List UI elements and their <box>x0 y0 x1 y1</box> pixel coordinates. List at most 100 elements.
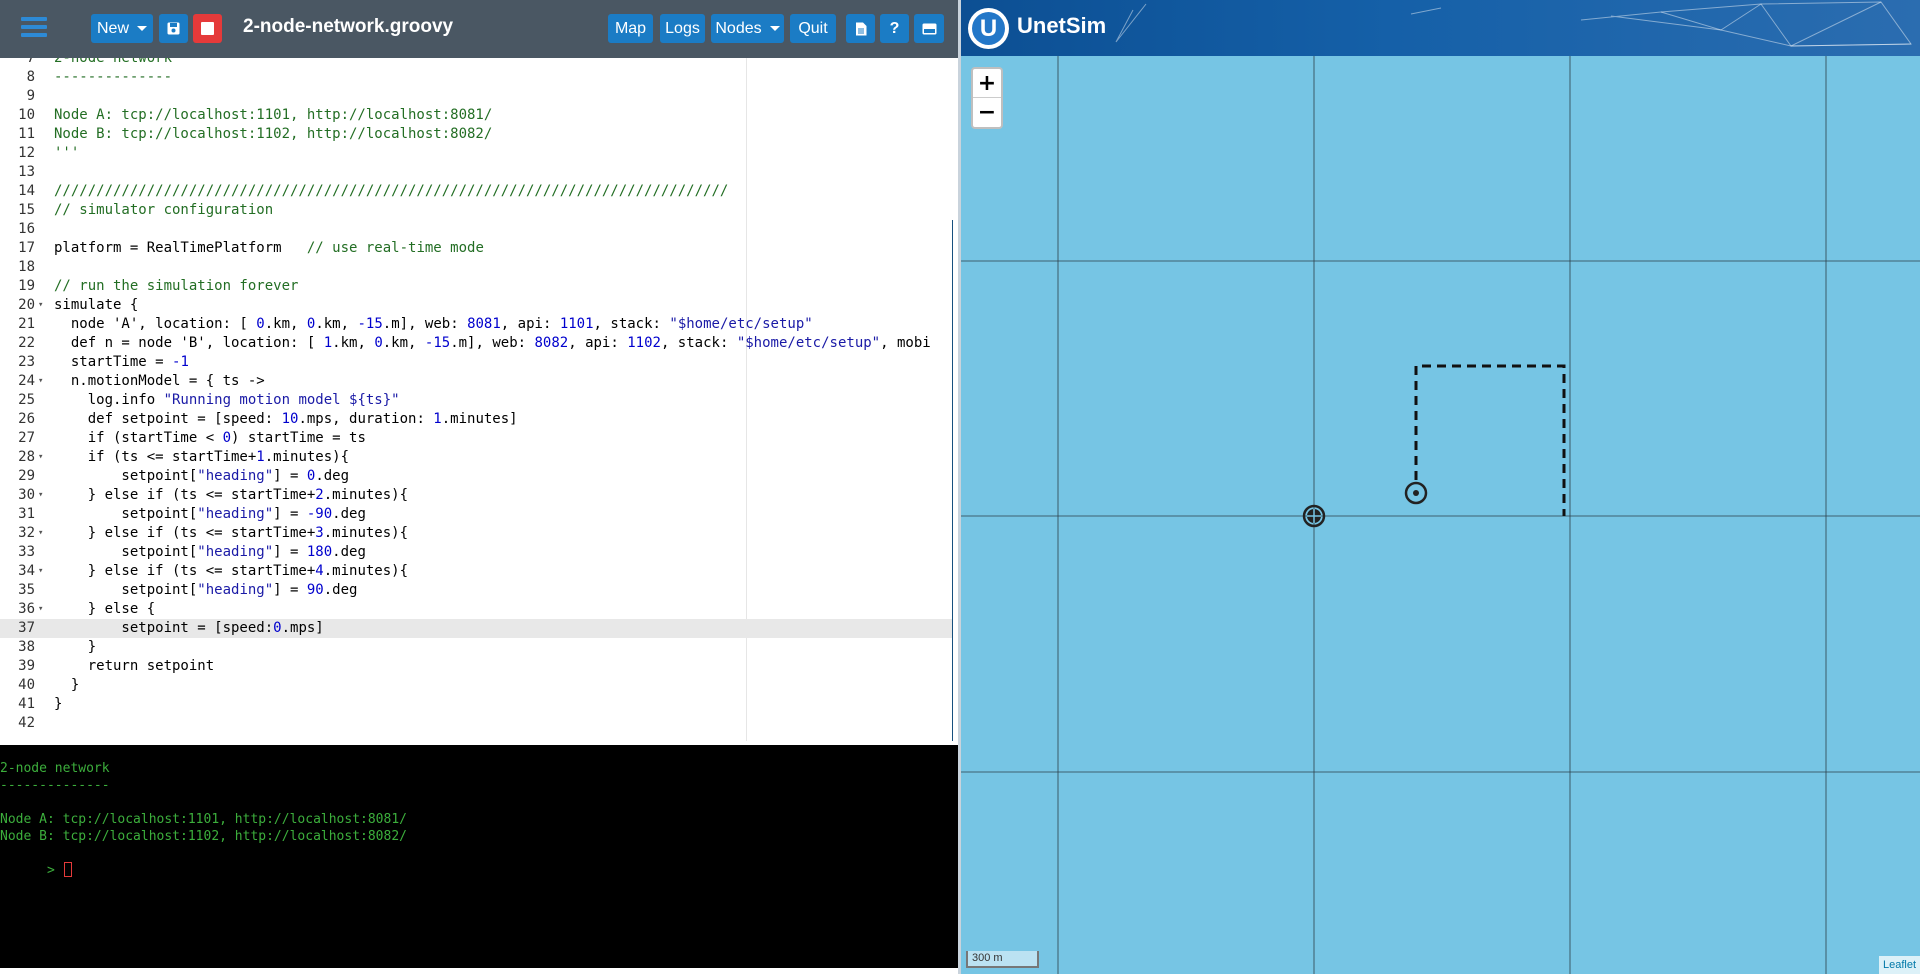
zoom-control: + − <box>971 67 1003 129</box>
code-line[interactable]: 40 } <box>0 676 953 695</box>
save-icon <box>167 22 180 35</box>
save-button[interactable] <box>159 14 188 43</box>
code-line[interactable]: 13 <box>0 163 953 182</box>
code-line[interactable]: 17 platform = RealTimePlatform // use rea… <box>0 239 953 258</box>
console[interactable]: 2-node network -------------- Node A: tcp:… <box>0 745 958 968</box>
code-text: } <box>54 639 97 655</box>
line-number: 7 <box>26 58 35 66</box>
code-line[interactable]: 42 <box>0 714 953 733</box>
line-number: 17 <box>18 240 35 256</box>
code-line[interactable]: 33 setpoint["heading"] = 180.deg <box>0 543 953 562</box>
code-line[interactable]: 39 return setpoint <box>0 657 953 676</box>
document-button[interactable] <box>846 14 875 43</box>
code-line[interactable]: 19 // run the simulation forever <box>0 277 953 296</box>
zoom-out-button[interactable]: − <box>973 98 1001 127</box>
line-number: 20 <box>18 297 35 313</box>
new-label: New <box>96 19 129 37</box>
node-a-marker[interactable] <box>1302 504 1326 528</box>
code-line[interactable]: 11 Node B: tcp://localhost:1102, http://l… <box>0 125 953 144</box>
new-button[interactable]: New <box>91 14 153 43</box>
code-line[interactable]: 12 ''' <box>0 144 953 163</box>
code-line[interactable]: 30 ▾ } else if (ts <= startTime+2.minutes… <box>0 486 953 505</box>
code-line[interactable]: 29 setpoint["heading"] = 0.deg <box>0 467 953 486</box>
code-text: } else if (ts <= startTime+4.minutes){ <box>54 563 409 579</box>
menu-icon[interactable] <box>21 15 47 39</box>
line-number: 19 <box>18 278 35 294</box>
toolbar: New 2-node-network.groovy Map Logs Nodes… <box>0 0 958 58</box>
map-canvas[interactable] <box>961 0 1920 974</box>
code-text: if (ts <= startTime+1.minutes){ <box>54 449 350 465</box>
line-number: 32 <box>18 525 35 541</box>
code-line[interactable]: 32 ▾ } else if (ts <= startTime+3.minutes… <box>0 524 953 543</box>
help-icon: ? <box>889 19 900 37</box>
console-prompt-line[interactable]: > <box>0 845 72 896</box>
fold-toggle-icon[interactable]: ▾ <box>38 296 43 315</box>
map-pane[interactable]: U UnetSim + − 300 m Leaflet <box>961 0 1920 974</box>
code-line[interactable]: 22 def n = node 'B', location: [ 1.km, 0… <box>0 334 953 353</box>
code-line[interactable]: 38 } <box>0 638 953 657</box>
code-line[interactable]: 18 <box>0 258 953 277</box>
scale-bar: 300 m <box>966 951 1039 968</box>
code-text: simulate { <box>54 297 139 313</box>
code-line[interactable]: 10 Node A: tcp://localhost:1101, http://l… <box>0 106 953 125</box>
code-text: setpoint["heading"] = -90.deg <box>54 506 366 522</box>
fold-toggle-icon[interactable]: ▾ <box>38 524 43 543</box>
line-number: 39 <box>18 658 35 674</box>
vertical-scrollbar[interactable] <box>952 220 953 741</box>
code-text: // run the simulation forever <box>54 278 299 294</box>
code-line[interactable]: 28 ▾ if (ts <= startTime+1.minutes){ <box>0 448 953 467</box>
code-line[interactable]: 21 node 'A', location: [ 0.km, 0.km, -15… <box>0 315 953 334</box>
code-line[interactable]: 20 ▾ simulate { <box>0 296 953 315</box>
code-line[interactable]: 27 if (startTime < 0) startTime = ts <box>0 429 953 448</box>
fold-toggle-icon[interactable]: ▾ <box>38 486 43 505</box>
code-line[interactable]: 9 <box>0 87 953 106</box>
code-line[interactable]: 36 ▾ } else { <box>0 600 953 619</box>
fold-toggle-icon[interactable]: ▾ <box>38 372 43 391</box>
code-line[interactable]: 24 ▾ n.motionModel = { ts -> <box>0 372 953 391</box>
code-line[interactable]: 35 setpoint["heading"] = 90.deg <box>0 581 953 600</box>
fold-toggle-icon[interactable]: ▾ <box>38 448 43 467</box>
code-text: setpoint["heading"] = 180.deg <box>54 544 366 560</box>
attribution-link[interactable]: Leaflet <box>1878 956 1920 974</box>
document-icon <box>855 22 866 35</box>
line-number: 26 <box>18 411 35 427</box>
line-number: 8 <box>26 69 35 85</box>
zoom-in-button[interactable]: + <box>973 69 1001 98</box>
code-text: log.info "Running motion model ${ts}" <box>54 392 400 408</box>
fold-toggle-icon[interactable]: ▾ <box>38 600 43 619</box>
code-line[interactable]: 23 startTime = -1 <box>0 353 953 372</box>
line-number: 15 <box>18 202 35 218</box>
ide-pane: New 2-node-network.groovy Map Logs Nodes… <box>0 0 958 974</box>
code-line[interactable]: 26 def setpoint = [speed: 10.mps, durati… <box>0 410 953 429</box>
quit-button[interactable]: Quit <box>790 14 836 43</box>
code-editor[interactable]: 7 2-node network 8 -------------- 9 10 Node A:… <box>0 58 953 741</box>
line-number: 30 <box>18 487 35 503</box>
code-line[interactable]: 31 setpoint["heading"] = -90.deg <box>0 505 953 524</box>
panel-layout-icon <box>922 23 936 34</box>
node-b-marker[interactable] <box>1404 481 1428 505</box>
code-line[interactable]: 8 -------------- <box>0 68 953 87</box>
code-line[interactable]: 41} <box>0 695 953 714</box>
console-line: Node B: tcp://localhost:1102, http://loc… <box>0 829 407 844</box>
chevron-down-icon <box>769 26 780 31</box>
code-line[interactable]: 14 //////////////////////////////////////… <box>0 182 953 201</box>
code-text: setpoint["heading"] = 0.deg <box>54 468 350 484</box>
code-line[interactable]: 34 ▾ } else if (ts <= startTime+4.minutes… <box>0 562 953 581</box>
line-number: 18 <box>18 259 35 275</box>
code-line[interactable]: 7 2-node network <box>0 58 953 68</box>
logs-button[interactable]: Logs <box>660 14 705 43</box>
code-line[interactable]: 16 <box>0 220 953 239</box>
help-button[interactable]: ? <box>880 14 909 43</box>
line-number: 37 <box>18 620 35 636</box>
code-line[interactable]: 25 log.info "Running motion model ${ts}" <box>0 391 953 410</box>
layout-button[interactable] <box>914 14 944 43</box>
fold-toggle-icon[interactable]: ▾ <box>38 562 43 581</box>
code-line[interactable]: 37 setpoint = [speed:0.mps] <box>0 619 953 638</box>
nodes-button[interactable]: Nodes <box>711 14 784 43</box>
stop-button[interactable] <box>193 14 222 43</box>
map-button[interactable]: Map <box>608 14 653 43</box>
code-text: } else { <box>54 601 156 617</box>
code-line[interactable]: 15 // simulator configuration <box>0 201 953 220</box>
line-number: 40 <box>18 677 35 693</box>
map-label: Map <box>614 19 647 37</box>
